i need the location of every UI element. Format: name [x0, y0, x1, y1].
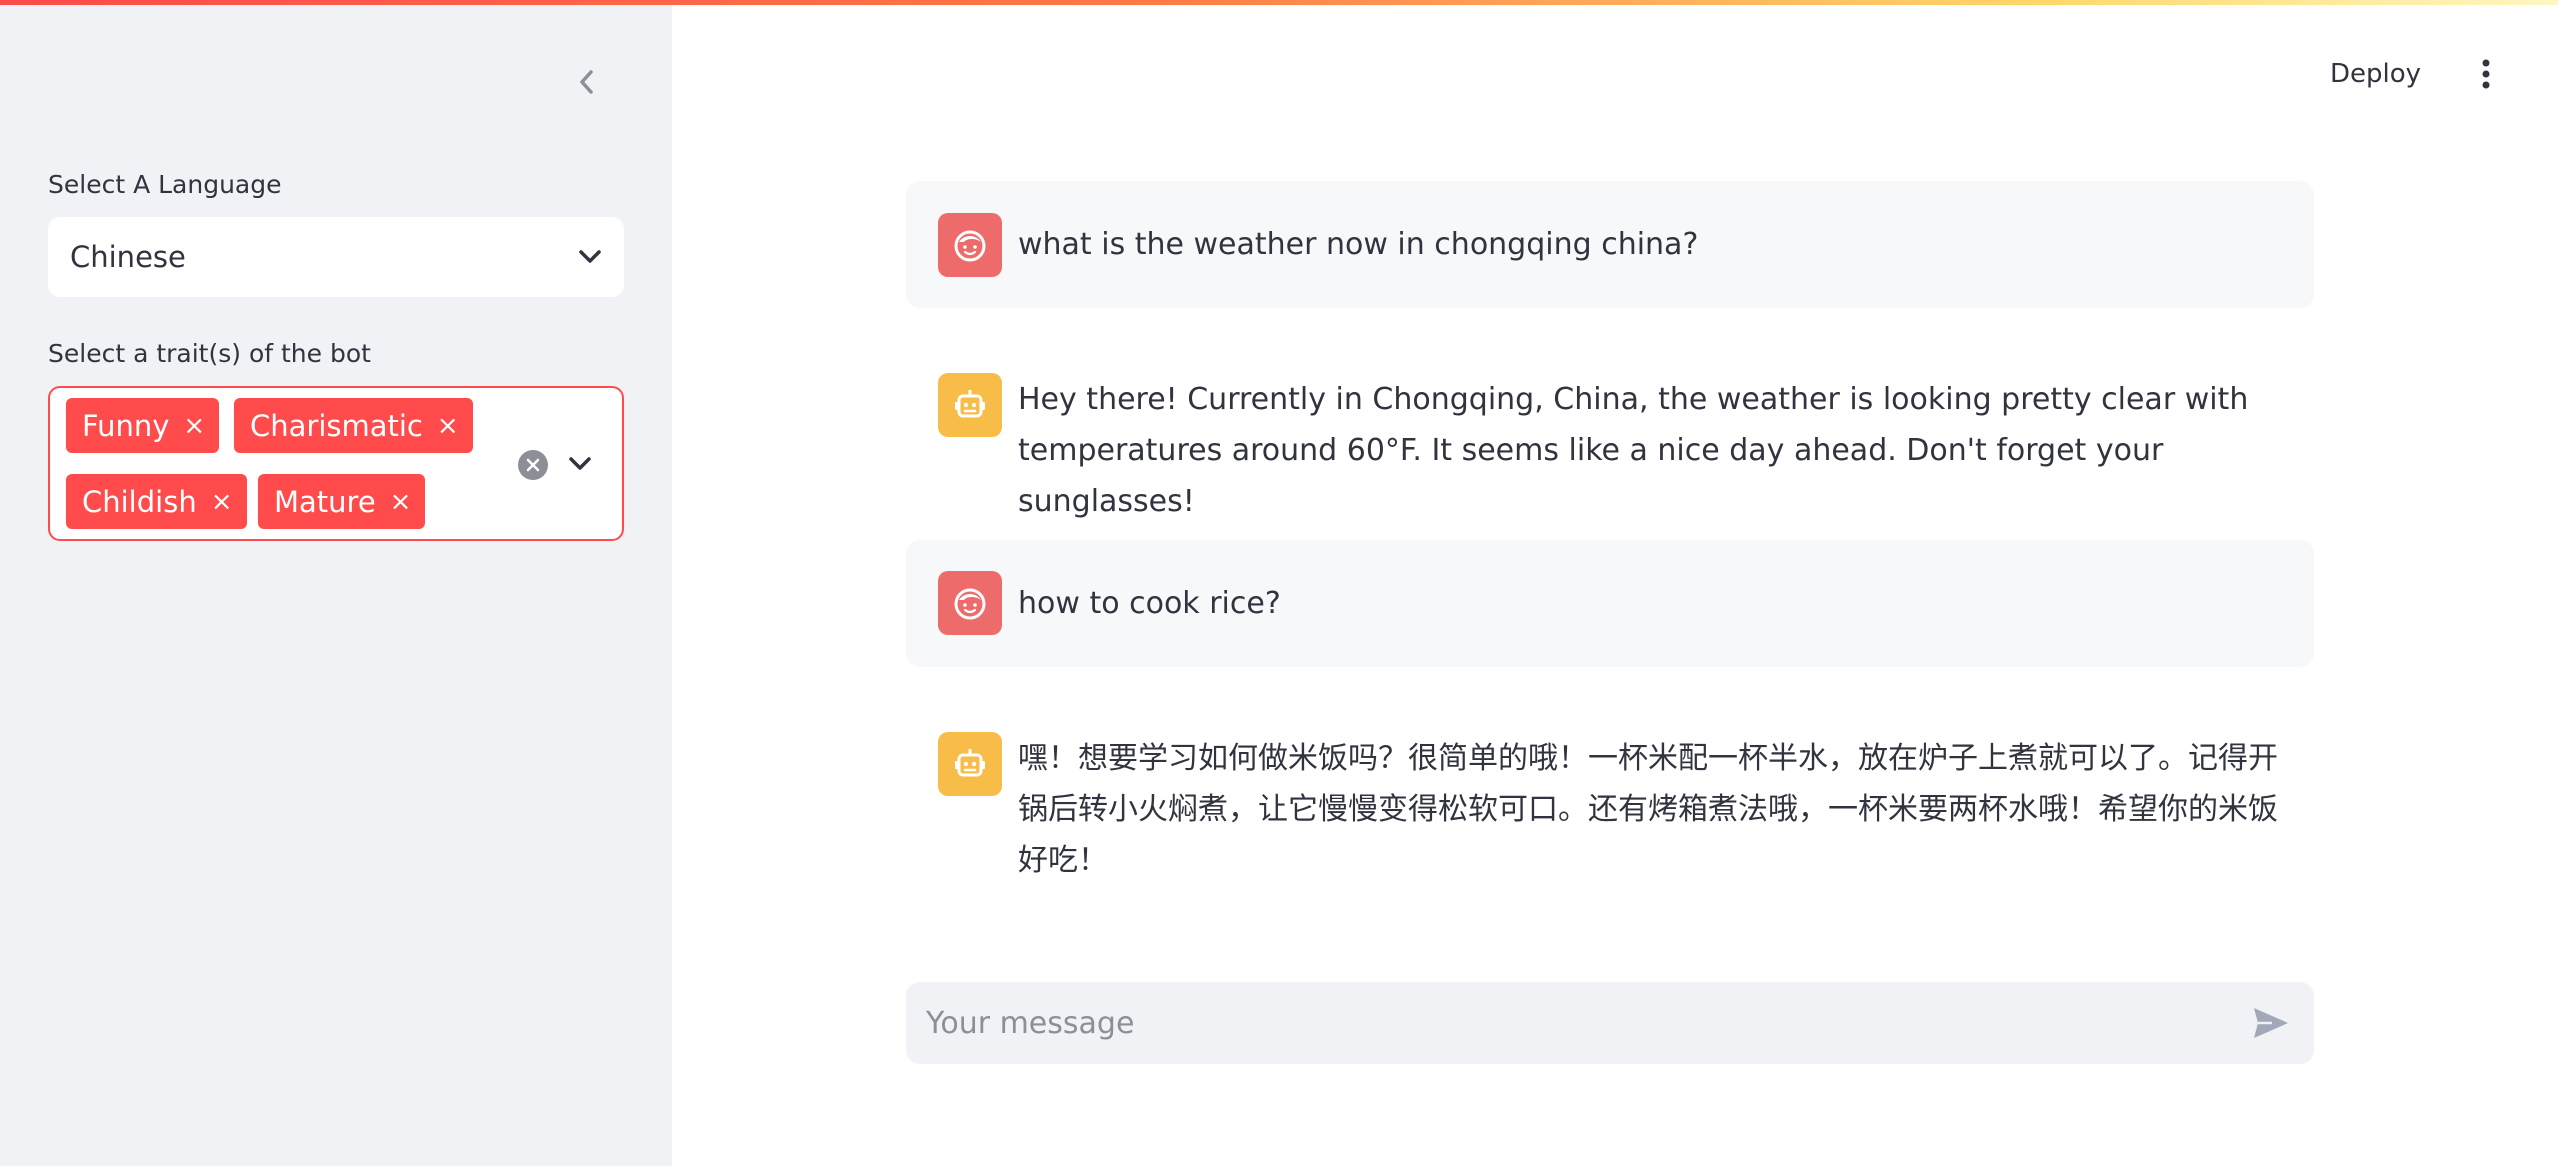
sidebar: Select A Language Chinese Select a trait… — [0, 0, 672, 1166]
more-vertical-icon — [2482, 59, 2490, 89]
remove-tag-icon[interactable]: × — [183, 413, 205, 439]
chevron-down-icon — [579, 250, 601, 263]
user-face-icon — [938, 571, 1002, 635]
traits-label: Select a trait(s) of the bot — [48, 339, 371, 368]
chat-message-user: what is the weather now in chongqing chi… — [906, 181, 2314, 308]
top-decoration-bar — [0, 0, 2558, 5]
robot-icon — [938, 373, 1002, 437]
robot-icon — [938, 732, 1002, 796]
chat-message-assistant: Hey there! Currently in Chongqing, China… — [906, 341, 2314, 519]
close-icon — [526, 458, 540, 472]
trait-tag-funny: Funny × — [66, 398, 220, 453]
user-face-icon — [938, 213, 1002, 277]
deploy-button[interactable]: Deploy — [2330, 52, 2421, 96]
collapse-sidebar-button[interactable] — [567, 62, 607, 102]
chat-message-user: how to cook rice? — [906, 540, 2314, 667]
language-select[interactable]: Chinese — [48, 217, 624, 297]
chevron-down-icon — [569, 457, 591, 470]
trait-tag-childish: Childish × — [66, 474, 247, 529]
trait-tag-label: Childish — [82, 484, 197, 519]
traits-multiselect[interactable]: Funny × Charismatic × Childish × Mature … — [48, 386, 624, 541]
chat-message-assistant: 嘿！想要学习如何做米饭吗？很简单的哦！一杯米配一杯半水，放在炉子上煮就可以了。记… — [906, 700, 2314, 900]
language-label: Select A Language — [48, 170, 282, 199]
clear-all-icon[interactable] — [518, 450, 548, 480]
remove-tag-icon[interactable]: × — [211, 489, 233, 515]
message-text: 嘿！想要学习如何做米饭吗？很简单的哦！一杯米配一杯半水，放在炉子上煮就可以了。记… — [1018, 741, 2278, 878]
message-text: what is the weather now in chongqing chi… — [1018, 227, 1699, 262]
trait-tag-charismatic: Charismatic × — [234, 398, 473, 453]
remove-tag-icon[interactable]: × — [390, 489, 412, 515]
chat-input-container — [906, 982, 2314, 1064]
message-text: Hey there! Currently in Chongqing, China… — [1018, 382, 2249, 519]
remove-tag-icon[interactable]: × — [437, 413, 459, 439]
chat-message-input[interactable] — [924, 1004, 2246, 1042]
trait-tag-label: Funny — [82, 408, 170, 443]
message-text: how to cook rice? — [1018, 586, 1281, 621]
language-select-value: Chinese — [70, 240, 186, 274]
trait-tag-label: Charismatic — [250, 408, 423, 443]
traits-dropdown-toggle[interactable] — [560, 444, 600, 484]
send-button[interactable] — [2246, 998, 2296, 1048]
trait-tag-label: Mature — [274, 484, 376, 519]
send-icon — [2254, 1008, 2288, 1038]
trait-tag-mature: Mature × — [258, 474, 426, 529]
main-menu-button[interactable] — [2466, 52, 2506, 96]
chevron-left-icon — [580, 70, 593, 94]
